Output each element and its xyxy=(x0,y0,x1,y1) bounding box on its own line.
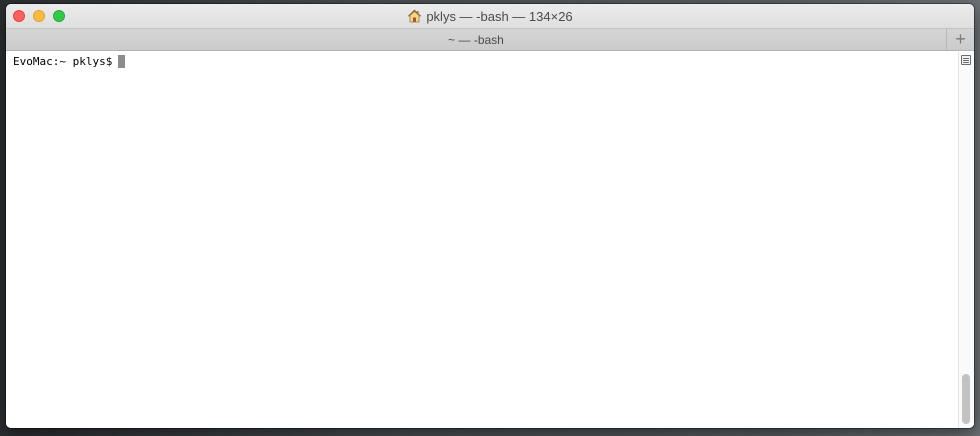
close-button[interactable] xyxy=(13,10,25,22)
window-title: pklys — -bash — 134×26 xyxy=(407,8,573,24)
zoom-button[interactable] xyxy=(53,10,65,22)
window-controls xyxy=(13,10,65,22)
minimize-button[interactable] xyxy=(33,10,45,22)
home-icon xyxy=(407,9,422,23)
shell-prompt: EvoMac:~ pklys$ xyxy=(13,55,113,68)
terminal-window: pklys — -bash — 134×26 ~ — -bash + EvoMa… xyxy=(6,4,974,428)
scrollbar-thumb[interactable] xyxy=(962,374,970,424)
title-bar[interactable]: pklys — -bash — 134×26 xyxy=(6,4,974,28)
tab-bash[interactable]: ~ — -bash xyxy=(6,29,946,50)
tab-bar: ~ — -bash + xyxy=(6,28,974,51)
terminal-line: EvoMac:~ pklys$ xyxy=(13,55,126,68)
split-pane-icon[interactable] xyxy=(961,55,971,65)
terminal-content[interactable]: EvoMac:~ pklys$ xyxy=(6,52,974,428)
new-tab-button[interactable]: + xyxy=(946,29,974,50)
text-cursor xyxy=(118,55,126,68)
vertical-scrollbar[interactable] xyxy=(958,52,974,428)
window-title-text: pklys — -bash — 134×26 xyxy=(426,8,573,24)
